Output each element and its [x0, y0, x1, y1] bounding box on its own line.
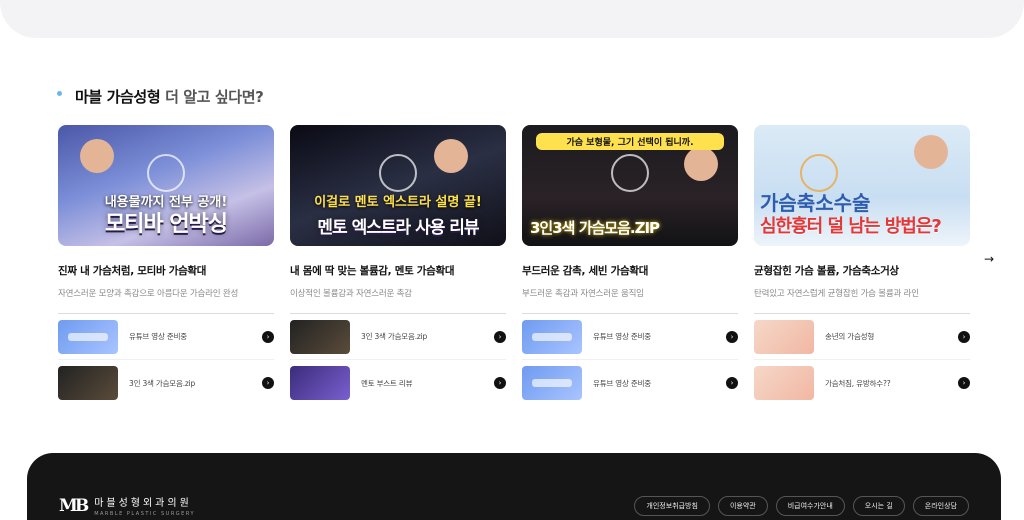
video-thumbnail-small [290, 366, 350, 400]
arrow-right-icon[interactable]: › [494, 377, 506, 389]
video-thumbnail-small [58, 319, 118, 354]
logo-korean: 마블성형외과의원 [94, 498, 192, 509]
logo-english: MARBLE PLASTIC SURGERY [94, 511, 196, 517]
play-icon [147, 154, 185, 193]
list-item[interactable]: 송년의 가슴성형 › [754, 314, 970, 360]
video-thumbnail-small [58, 366, 118, 400]
footer-links: 개인정보취급방침 이용약관 비급여수가안내 오시는 길 온라인상담 [634, 496, 969, 516]
card-description: 부드러운 촉감과 자연스러운 움직임 [522, 289, 644, 299]
play-icon [379, 154, 417, 193]
card-description: 탄력있고 자연스럽게 균형잡힌 가슴 볼륨과 라인 [754, 289, 919, 299]
card-motiva: 내용물까지 전부 공개! 모티바 언박싱 진짜 내 가슴처럼, 모티바 가슴확대… [58, 125, 274, 406]
logo-mark-icon: MB [59, 495, 89, 516]
arrow-right-icon[interactable]: › [262, 330, 274, 343]
doctor-image [684, 147, 718, 181]
video-thumbnail[interactable]: 가슴 보형물, 그기 선택이 됩니까. 3인3색 가슴모음.ZIP [522, 125, 738, 246]
list-item[interactable]: 유튜브 영상 준비중 › [522, 360, 738, 406]
section-title: 마블 가슴성형 더 알고 싶다면? [75, 88, 264, 106]
card-description: 이상적인 볼륨감과 자연스러운 촉감 [290, 289, 412, 299]
list-item[interactable]: 3인 3색 가슴모음.zip › [290, 314, 506, 360]
arrow-right-icon[interactable]: › [726, 330, 738, 343]
doctor-image [914, 135, 948, 169]
video-thumbnail-small [522, 366, 582, 400]
footer-link-terms[interactable]: 이용약관 [717, 496, 768, 516]
top-banner [0, 0, 1024, 38]
list-item[interactable]: 멘토 부스트 리뷰 › [290, 360, 506, 406]
video-thumbnail-small [290, 319, 350, 354]
play-icon [611, 154, 649, 193]
next-arrow-icon[interactable]: → [984, 252, 994, 266]
card-sebin: 가슴 보형물, 그기 선택이 됩니까. 3인3색 가슴모음.ZIP 부드러운 감… [522, 125, 738, 406]
list-item[interactable]: 3인 3색 가슴모음.zip › [58, 360, 274, 406]
arrow-right-icon[interactable]: › [494, 330, 506, 343]
arrow-right-icon[interactable]: › [726, 377, 738, 389]
footer-link-consult[interactable]: 온라인상담 [912, 496, 969, 516]
list-item[interactable]: 가슴처짐, 유방하수?? › [754, 360, 970, 406]
card-reduction: 가슴축소수술 심한흉터 덜 남는 방법은? 균형잡힌 가슴 볼륨, 가슴축소거상… [754, 125, 970, 406]
video-thumbnail[interactable]: 내용물까지 전부 공개! 모티바 언박싱 [58, 125, 274, 246]
card-title[interactable]: 균형잡힌 가슴 볼륨, 가슴축소거상 [754, 263, 970, 278]
video-thumbnail[interactable]: 가슴축소수술 심한흉터 덜 남는 방법은? [754, 125, 970, 246]
section-header: 마블 가슴성형 더 알고 싶다면? [57, 86, 264, 107]
arrow-right-icon[interactable]: › [262, 377, 274, 389]
video-thumbnail-small [754, 319, 814, 354]
doctor-image [434, 139, 468, 173]
footer-link-directions[interactable]: 오시는 길 [852, 496, 905, 516]
card-list: 내용물까지 전부 공개! 모티바 언박싱 진짜 내 가슴처럼, 모티바 가슴확대… [58, 125, 970, 406]
doctor-image [80, 139, 114, 173]
bullet-dot [57, 91, 62, 96]
video-thumbnail[interactable]: 이걸로 멘토 엑스트라 설명 끝! 멘토 엑스트라 사용 리뷰 [290, 125, 506, 246]
list-item[interactable]: 유튜브 영상 준비중 › [58, 314, 274, 360]
list-item[interactable]: 유튜브 영상 준비중 › [522, 314, 738, 360]
video-thumbnail-small [754, 366, 814, 400]
card-description: 자연스러운 모양과 촉감으로 아름다운 가슴라인 완성 [58, 289, 239, 299]
footer-link-privacy[interactable]: 개인정보취급방침 [634, 496, 710, 516]
card-title[interactable]: 진짜 내 가슴처럼, 모티바 가슴확대 [58, 263, 274, 278]
logo[interactable]: MB 마블성형외과의원 MARBLE PLASTIC SURGERY [59, 494, 196, 518]
arrow-right-icon[interactable]: › [958, 377, 970, 389]
footer: MB 마블성형외과의원 MARBLE PLASTIC SURGERY 개인정보취… [27, 453, 1001, 520]
card-mentor: 이걸로 멘토 엑스트라 설명 끝! 멘토 엑스트라 사용 리뷰 내 몸에 딱 맞… [290, 125, 506, 406]
card-title[interactable]: 내 몸에 딱 맞는 볼륨감, 멘토 가슴확대 [290, 263, 506, 278]
card-title[interactable]: 부드러운 감촉, 세빈 가슴확대 [522, 263, 738, 278]
footer-link-pricing[interactable]: 비급여수가안내 [775, 496, 845, 516]
video-thumbnail-small [522, 319, 582, 354]
arrow-right-icon[interactable]: › [958, 330, 970, 343]
